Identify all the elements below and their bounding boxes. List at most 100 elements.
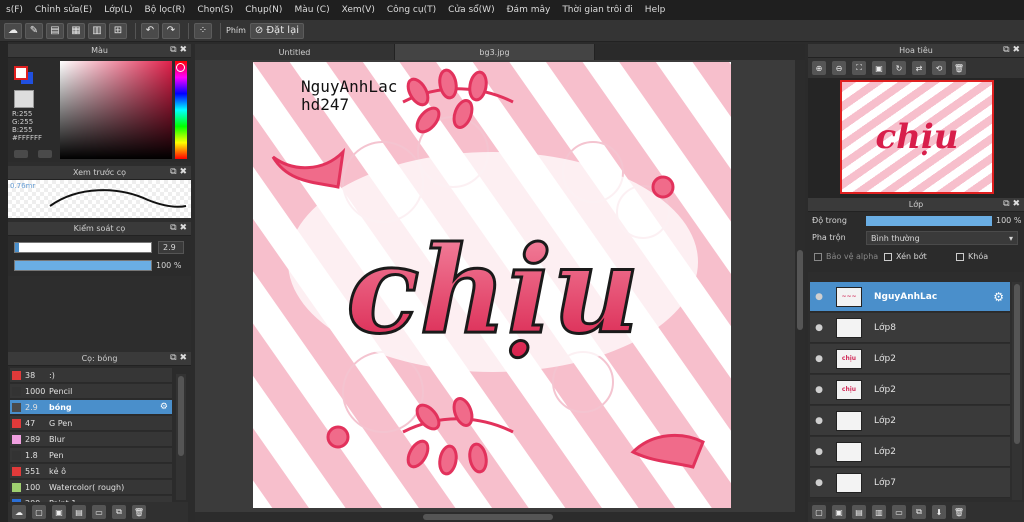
brush-options-icon[interactable]: ▣ (52, 505, 66, 519)
lock-checkbox[interactable]: Khóa (956, 252, 988, 261)
comment-icon[interactable]: ✎ (25, 22, 43, 39)
panel-controls-icon[interactable]: ⧉ ✖ (170, 223, 187, 233)
hue-slider[interactable] (175, 61, 187, 159)
brush-item[interactable]: 47 G Pen (10, 416, 172, 431)
panel-controls-icon[interactable]: ⧉ ✖ (170, 167, 187, 177)
duplicate-icon[interactable]: ⧉ (112, 505, 126, 519)
primary-color-swatch[interactable] (14, 66, 28, 80)
redo-icon[interactable]: ↷ (162, 22, 180, 39)
saturation-value-picker[interactable] (60, 61, 172, 159)
panel-controls-icon[interactable]: ⧉ ✖ (170, 353, 187, 363)
color-mode-button-2[interactable] (38, 150, 52, 158)
protect-alpha-checkbox[interactable]: Bảo vệ alpha (814, 252, 878, 261)
zoom-out-icon[interactable]: ⊖ (832, 61, 846, 75)
window-icon[interactable]: ⊞ (109, 22, 127, 39)
grid-icon[interactable]: ▦ (67, 22, 85, 39)
layer-row[interactable]: ● Lớp8 (810, 313, 1010, 343)
merge-layer-icon[interactable]: ⬇ (932, 505, 946, 519)
menu-timelapse[interactable]: Thời gian trôi đi (556, 5, 638, 15)
layer-row[interactable]: ● Lớp2 (810, 437, 1010, 467)
menu-cloud[interactable]: Đám mây (501, 5, 557, 15)
duplicate-layer-icon[interactable]: ⧉ (912, 505, 926, 519)
gear-icon[interactable]: ⚙ (160, 402, 168, 412)
eye-icon[interactable]: ● (812, 447, 826, 457)
navigator-preview[interactable]: chịu (808, 78, 1024, 198)
brush-item[interactable]: 1.8 Pen (10, 448, 172, 463)
layer-opacity-slider[interactable] (866, 216, 992, 226)
eye-icon[interactable]: ● (812, 478, 826, 488)
eye-icon[interactable]: ● (812, 354, 826, 364)
layer-list-scrollbar[interactable] (1012, 282, 1022, 500)
artwork-canvas[interactable]: chịu NguyAnhLac hd247 (253, 62, 731, 508)
folder-icon[interactable]: ▭ (92, 505, 106, 519)
zoom-in-icon[interactable]: ⊕ (812, 61, 826, 75)
menu-layer[interactable]: Lớp(L) (98, 5, 138, 15)
rotate-icon[interactable]: ↻ (892, 61, 906, 75)
layer-row[interactable]: ● chịu Lớp2 (810, 344, 1010, 374)
hue-handle[interactable] (176, 63, 185, 72)
brush-item[interactable]: 1000 Pencil (10, 384, 172, 399)
eye-icon[interactable]: ● (812, 416, 826, 426)
gear-icon[interactable]: ⚙ (993, 290, 1004, 304)
eye-icon[interactable]: ● (812, 385, 826, 395)
menu-color[interactable]: Màu (C) (288, 5, 335, 15)
eye-icon[interactable]: ● (812, 323, 826, 333)
canvas-vertical-scrollbar[interactable] (795, 60, 805, 512)
copy-brush-icon[interactable]: ▤ (72, 505, 86, 519)
flip-icon[interactable]: ⇄ (912, 61, 926, 75)
color-mode-button[interactable] (14, 150, 28, 158)
menu-grid-icon[interactable]: ▥ (88, 22, 106, 39)
menu-select[interactable]: Chọn(S) (191, 5, 239, 15)
brush-size-value[interactable]: 2.9 (158, 241, 184, 254)
menu-file[interactable]: s(F) (0, 5, 29, 15)
layer-icon[interactable]: ▤ (46, 22, 64, 39)
add-layer-menu-icon[interactable]: ▤ (852, 505, 866, 519)
panel-controls-icon[interactable]: ⧉ ✖ (170, 45, 187, 55)
layer-row[interactable]: ● Lớp2 (810, 406, 1010, 436)
eye-icon[interactable]: ● (812, 292, 826, 302)
brush-item[interactable]: 2.9 bóng ⚙ (10, 400, 172, 415)
clipping-checkbox[interactable]: Xén bớt (884, 252, 927, 261)
brush-item[interactable]: 100 Watercolor( rough) (10, 480, 172, 495)
delete-view-icon[interactable]: 🗑 (952, 61, 966, 75)
brush-size-slider[interactable] (14, 242, 152, 253)
layer-row[interactable]: ● ~~~ NguyAnhLac ⚙ (810, 282, 1010, 312)
menu-edit[interactable]: Chỉnh sửa(E) (29, 5, 98, 15)
actual-size-icon[interactable]: ▣ (872, 61, 886, 75)
menu-filter[interactable]: Bộ lọc(R) (139, 5, 192, 15)
brush-item[interactable]: 38:) (10, 368, 172, 383)
fit-icon[interactable]: ⛶ (852, 61, 866, 75)
new-brush-icon[interactable]: ▢ (32, 505, 46, 519)
menu-window[interactable]: Cửa sổ(W) (442, 5, 500, 15)
reset-view-icon[interactable]: ⟲ (932, 61, 946, 75)
menu-view[interactable]: Xem(V) (336, 5, 381, 15)
layer-folder-icon[interactable]: ▭ (892, 505, 906, 519)
new-halftone-layer-icon[interactable]: ▣ (832, 505, 846, 519)
selection-icon[interactable]: ⁘ (194, 22, 212, 39)
transparent-swatch[interactable] (14, 90, 34, 108)
menu-capture[interactable]: Chụp(N) (239, 5, 288, 15)
brush-list-scrollbar[interactable] (176, 374, 186, 500)
navigator-viewport[interactable]: chịu (840, 80, 994, 194)
layer-row[interactable]: ● Lớp7 (810, 468, 1010, 498)
layer-row[interactable]: ● chịu Lớp2 (810, 375, 1010, 405)
delete-layer-icon[interactable]: 🗑 (952, 505, 966, 519)
trash-icon[interactable]: 🗑 (132, 505, 146, 519)
tool-strip[interactable] (0, 42, 8, 522)
tab-bg3[interactable]: bg3.jpg (395, 44, 595, 60)
canvas-horizontal-scrollbar[interactable] (195, 512, 805, 522)
menu-help[interactable]: Help (639, 5, 672, 15)
reset-button[interactable]: ⊘ Đặt lại (249, 22, 304, 39)
brush-cloud-icon[interactable]: ☁ (12, 505, 26, 519)
panel-controls-icon[interactable]: ⧉ ✖ (1003, 199, 1020, 209)
tab-untitled[interactable]: Untitled (195, 44, 395, 60)
brush-item[interactable]: 289 Blur (10, 432, 172, 447)
brush-opacity-slider[interactable] (14, 260, 152, 271)
cloud-icon[interactable]: ☁ (4, 22, 22, 39)
blend-mode-select[interactable]: Bình thường ▾ (866, 231, 1018, 245)
panel-controls-icon[interactable]: ⧉ ✖ (1003, 45, 1020, 55)
undo-icon[interactable]: ↶ (141, 22, 159, 39)
layer-options-icon[interactable]: ▥ (872, 505, 886, 519)
brush-item[interactable]: 551 kẻ ô (10, 464, 172, 479)
menu-tools[interactable]: Công cụ(T) (381, 5, 442, 15)
